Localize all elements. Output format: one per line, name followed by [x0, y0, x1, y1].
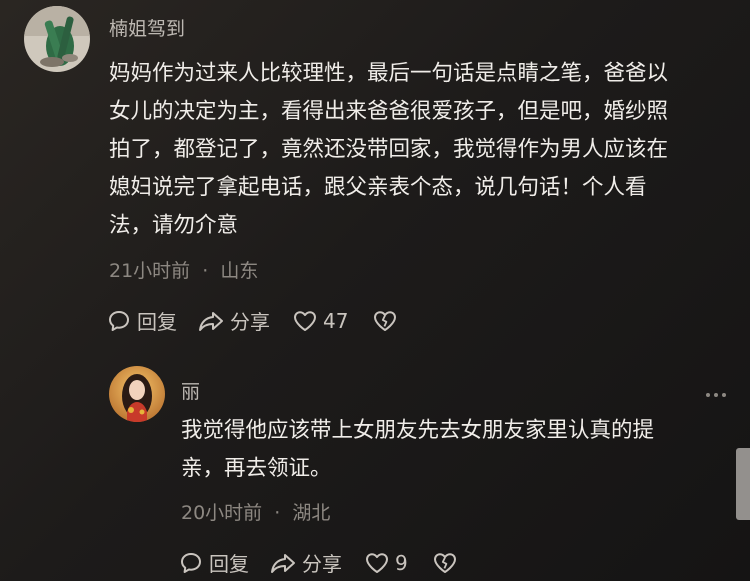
reply-text: 我觉得他应该带上女朋友先去女朋友家里认真的提 亲，再去领证。 [181, 412, 731, 488]
like-count: 47 [323, 308, 349, 333]
dislike-button[interactable] [432, 551, 458, 575]
share-button[interactable]: 分享 [197, 306, 270, 335]
comment-text-line: 法，请勿介意 [109, 213, 239, 238]
comment-username[interactable]: 楠姐驾到 [109, 14, 185, 41]
comment-time: 21小时前 [109, 260, 191, 282]
more-dot [722, 393, 726, 397]
reply-location: 湖北 [292, 502, 331, 524]
heart-icon [292, 309, 318, 333]
reply-icon [107, 309, 131, 333]
broken-heart-icon [372, 309, 398, 333]
avatar-image [24, 6, 90, 72]
reply-meta: 20小时前 · 湖北 [181, 498, 330, 525]
reply-item: 丽 我觉得他应该带上女朋友先去女朋友家里认真的提 亲，再去领证。 20小时前 ·… [0, 345, 750, 581]
meta-separator: · [274, 502, 281, 524]
comment-text-line: 妈妈作为过来人比较理性，最后一句话是点睛之笔，爸爸以 [109, 61, 669, 86]
share-label: 分享 [302, 552, 342, 576]
avatar-image [109, 366, 165, 422]
like-button[interactable]: 9 [364, 551, 408, 575]
reply-icon [179, 551, 203, 575]
meta-separator: · [202, 260, 209, 282]
scrollbar[interactable] [736, 448, 750, 520]
reply-text-line: 亲，再去领证。 [181, 456, 332, 481]
like-count: 9 [395, 550, 408, 575]
like-button[interactable]: 47 [292, 309, 348, 333]
more-dot [706, 393, 710, 397]
reply-username[interactable]: 丽 [181, 377, 200, 404]
comment-location: 山东 [220, 260, 259, 282]
more-icon[interactable] [706, 393, 726, 397]
comment-item: 楠姐驾到 妈妈作为过来人比较理性，最后一句话是点睛之笔，爸爸以 女儿的决定为主，… [0, 0, 750, 345]
reply-button[interactable]: 回复 [107, 306, 177, 335]
heart-icon [364, 551, 390, 575]
reply-label: 回复 [137, 310, 177, 334]
reply-actions: 回复 分享 9 [179, 548, 458, 577]
avatar[interactable] [24, 6, 90, 72]
broken-heart-icon [432, 551, 458, 575]
reply-label: 回复 [209, 552, 249, 576]
comment-actions: 回复 分享 47 [107, 306, 398, 335]
reply-text-line: 我觉得他应该带上女朋友先去女朋友家里认真的提 [181, 418, 655, 443]
comment-text-line: 媳妇说完了拿起电话，跟父亲表个态，说几句话！个人看 [109, 175, 647, 200]
more-dot [714, 393, 718, 397]
share-icon [269, 551, 297, 575]
avatar[interactable] [109, 366, 165, 422]
share-button[interactable]: 分享 [269, 548, 342, 577]
comment-text-line: 拍了，都登记了，竟然还没带回家，我觉得作为男人应该在 [109, 137, 669, 162]
comment-text: 妈妈作为过来人比较理性，最后一句话是点睛之笔，爸爸以 女儿的决定为主，看得出来爸… [109, 55, 739, 245]
comment-meta: 21小时前 · 山东 [109, 256, 258, 283]
reply-time: 20小时前 [181, 502, 263, 524]
comment-text-line: 女儿的决定为主，看得出来爸爸很爱孩子，但是吧，婚纱照 [109, 99, 669, 124]
share-icon [197, 309, 225, 333]
share-label: 分享 [230, 310, 270, 334]
reply-button[interactable]: 回复 [179, 548, 249, 577]
dislike-button[interactable] [372, 309, 398, 333]
